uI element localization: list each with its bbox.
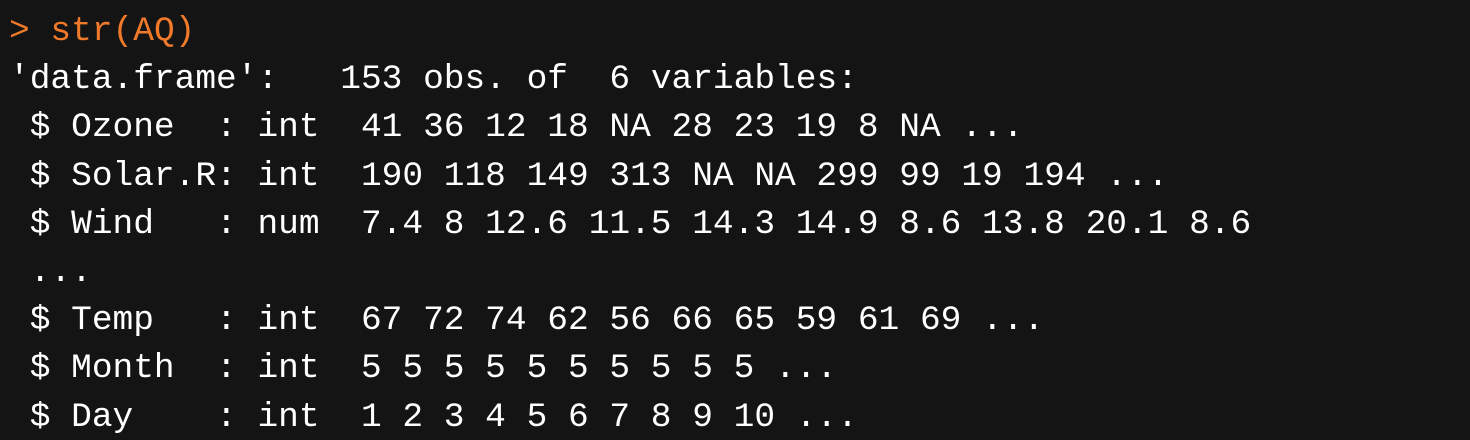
console-output-temp: $ Temp : int 67 72 74 62 56 66 65 59 61 … xyxy=(9,301,1045,341)
console-output-wind-continuation: ... xyxy=(9,252,92,292)
console-output-ozone: $ Ozone : int 41 36 12 18 NA 28 23 19 8 … xyxy=(9,108,1024,148)
console-output-day: $ Day : int 1 2 3 4 5 6 7 8 9 10 ... xyxy=(9,397,858,437)
r-console[interactable]: > str(AQ) 'data.frame': 153 obs. of 6 va… xyxy=(0,0,1470,440)
console-command: str(AQ) xyxy=(50,12,196,51)
console-command-line: > str(AQ) xyxy=(9,8,1470,56)
console-output-month: $ Month : int 5 5 5 5 5 5 5 5 5 5 ... xyxy=(9,349,838,389)
console-output-wind: $ Wind : num 7.4 8 12.6 11.5 14.3 14.9 8… xyxy=(9,204,1252,244)
console-prompt: > xyxy=(9,12,51,51)
console-output-header: 'data.frame': 153 obs. of 6 variables: xyxy=(9,60,858,100)
console-output-solar: $ Solar.R: int 190 118 149 313 NA NA 299… xyxy=(9,156,1169,196)
